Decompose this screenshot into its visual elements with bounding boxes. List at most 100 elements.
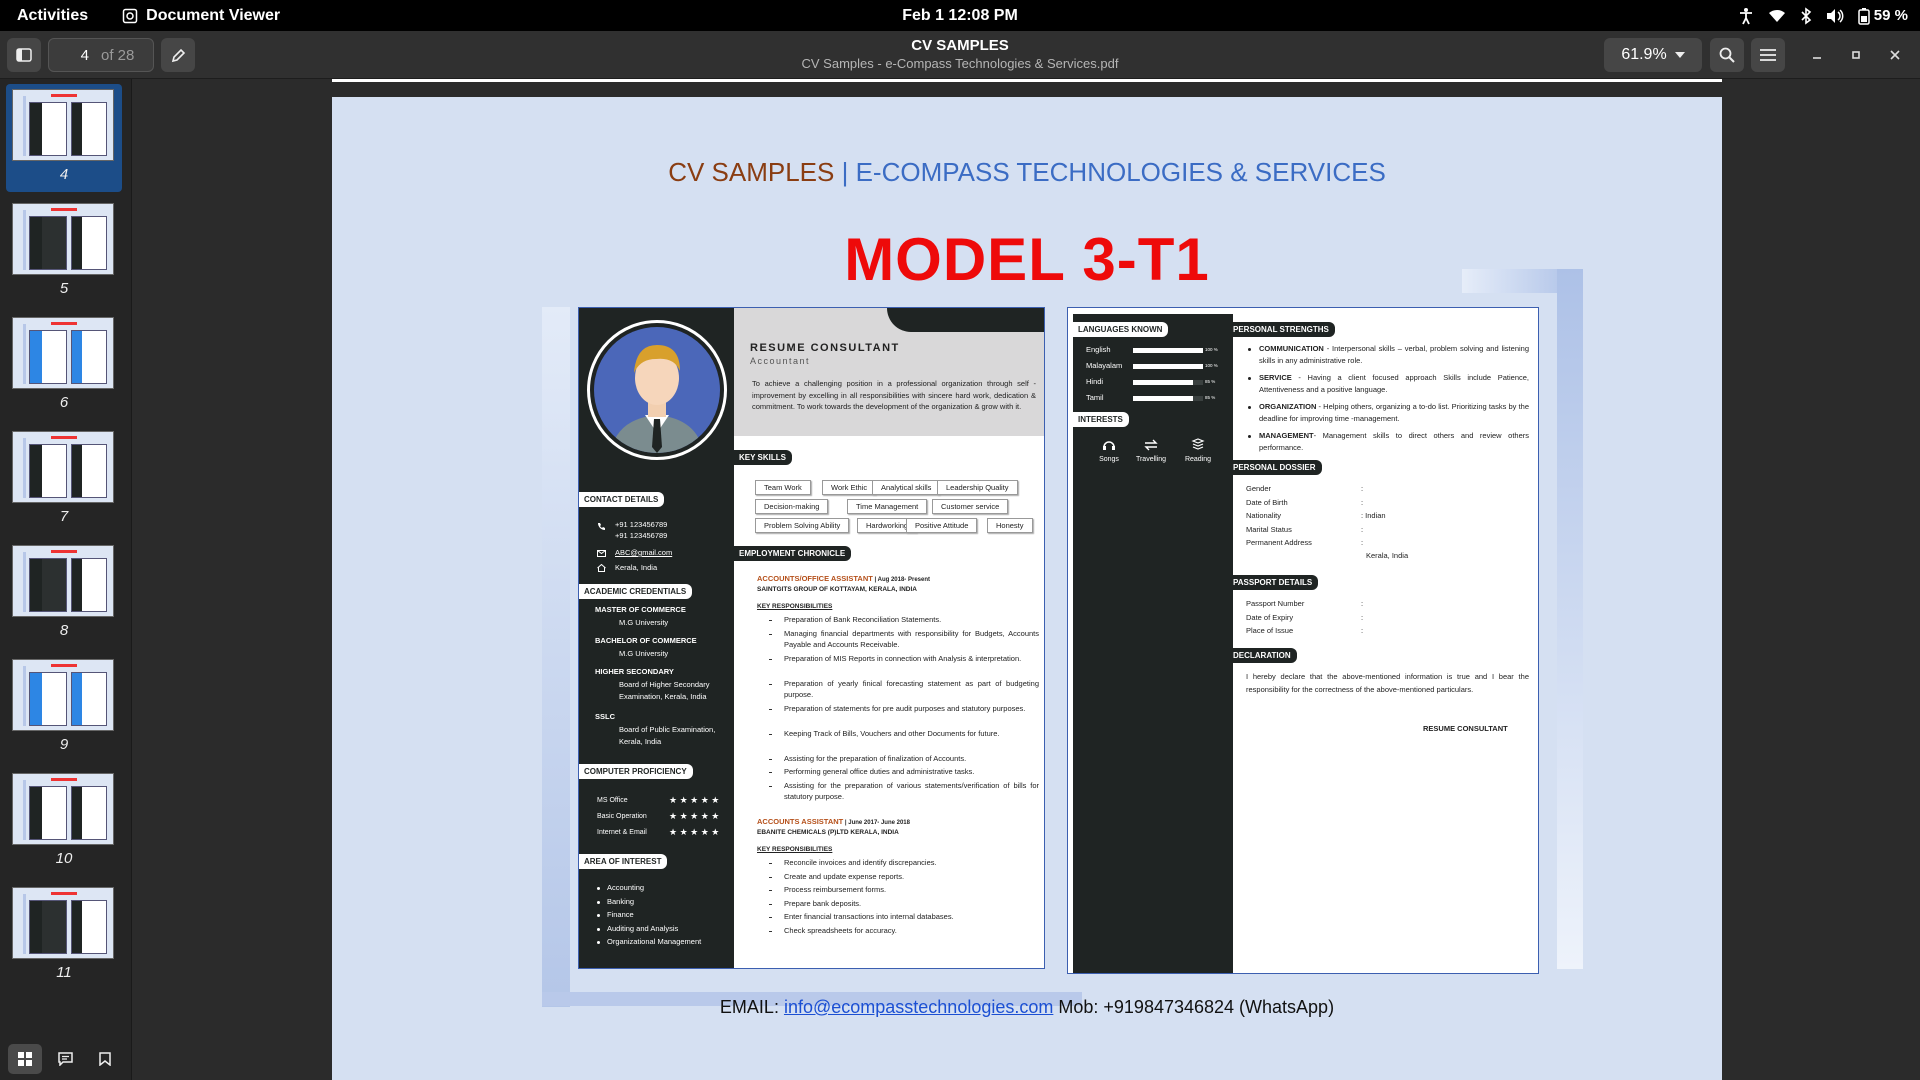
bullet-dash — [769, 917, 772, 918]
dossier-value: : — [1361, 484, 1364, 493]
responsibility-item: Preparation of yearly finical forecastin… — [784, 678, 1039, 700]
headphones-icon — [1103, 441, 1115, 450]
rating-stars: ★ ★ ★ ★ ★ — [669, 811, 720, 821]
hobby-label: Reading — [1184, 456, 1212, 463]
thumb-strip-b — [72, 673, 82, 725]
thumb-title — [51, 94, 77, 97]
maximize-button[interactable] — [1843, 42, 1869, 68]
dossier-label: Date of Birth — [1246, 497, 1288, 507]
sidebar-toggle-button[interactable] — [7, 38, 41, 72]
main-menu-button[interactable] — [1751, 38, 1785, 72]
bullet-dash — [769, 708, 772, 710]
thumbnail-preview — [12, 203, 114, 275]
minimize-button[interactable] — [1804, 42, 1830, 68]
language-name: Hindi — [1086, 377, 1104, 386]
thumbnail-page[interactable]: 8 — [6, 540, 122, 648]
contact-phone-2: +91 123456789 — [615, 531, 668, 540]
clock[interactable]: Feb 1 12:08 PM — [0, 7, 1920, 25]
job2-resp-heading: KEY RESPONSIBILITIES — [757, 846, 833, 853]
language-bar-track — [1133, 380, 1203, 385]
bullet-dot — [597, 927, 600, 931]
skill-chip: Problem Solving Ability — [755, 518, 850, 533]
thumbnail-page[interactable]: 5 — [6, 198, 122, 306]
cv-page-2: LANGUAGES KNOWN English 100 % Malayalam 100… — [1067, 307, 1539, 974]
interests-heading: INTERESTS — [1073, 412, 1129, 427]
dossier-label: Nationality — [1246, 511, 1282, 520]
thumbnail-page[interactable]: 10 — [6, 768, 122, 876]
annotate-button[interactable] — [161, 38, 195, 72]
bullet-dash — [769, 876, 772, 878]
bluetooth-icon[interactable] — [1800, 6, 1812, 25]
responsibility-item: Preparation of statements for pre audit … — [784, 703, 1026, 713]
contact-phone-1: +91 123456789 — [615, 520, 668, 529]
strengths-heading: PERSONAL STRENGTHS — [1228, 322, 1335, 337]
zoom-level: 61.9% — [1621, 46, 1667, 63]
page-number-input[interactable] — [49, 46, 95, 64]
system-tray[interactable]: 59 % — [1738, 0, 1908, 31]
languages-heading: LANGUAGES KNOWN — [1073, 322, 1169, 337]
job2-company: EBANITE CHEMICALS (P)LTD KERALA, INDIA — [757, 829, 899, 836]
dossier-value: : — [1361, 524, 1364, 534]
thumbnail-page[interactable]: 9 — [6, 654, 122, 762]
academic-heading: ACADEMIC CREDENTIALS — [579, 584, 693, 599]
heading-separator: | — [834, 157, 856, 187]
sidebar-icon — [16, 48, 32, 62]
thumbnail-page[interactable]: 11 — [6, 882, 122, 990]
search-button[interactable] — [1710, 38, 1744, 72]
heading-cv-samples: CV SAMPLES — [668, 157, 835, 187]
thumb-bar — [23, 324, 26, 384]
degree-board-line2: Examination, Kerala, India — [619, 692, 707, 701]
app-menu[interactable]: Document Viewer — [122, 7, 280, 25]
degree-board: Board of Public Examination, — [619, 725, 716, 734]
language-name: Tamil — [1086, 393, 1104, 402]
degree-board: Board of Higher Secondary — [619, 680, 710, 689]
thumbnail-page-number: 4 — [59, 166, 69, 183]
hobby-item: Reading — [1177, 438, 1219, 463]
dossier-address: Kerala, India — [1366, 551, 1409, 560]
annotations-mode-button[interactable] — [48, 1044, 82, 1074]
bullet-dot — [1248, 406, 1251, 409]
grid-icon — [18, 1052, 32, 1066]
bookmarks-mode-button[interactable] — [88, 1044, 122, 1074]
signature: RESUME CONSULTANT — [1423, 724, 1508, 733]
computer-skill-name: MS Office — [597, 797, 628, 804]
battery-indicator[interactable]: 59 % — [1858, 7, 1908, 25]
maximize-icon — [1852, 51, 1860, 59]
zoom-dropdown[interactable]: 61.9% — [1604, 38, 1702, 72]
declaration-heading: DECLARATION — [1228, 648, 1297, 663]
rating-stars: ★ ★ ★ ★ ★ — [669, 795, 720, 805]
footer-email-link[interactable]: info@ecompasstechnologies.com — [784, 997, 1053, 1017]
responsibility-item: Keeping Track of Bills, Vouchers and oth… — [784, 728, 1000, 738]
hobby-item: Songs — [1088, 438, 1130, 463]
contact-email: ABC@gmail.com — [615, 548, 673, 557]
document-view[interactable]: CV SAMPLES | E-COMPASS TECHNOLOGIES & SE… — [132, 79, 1920, 1080]
thumbnails-mode-button[interactable] — [8, 1044, 42, 1074]
responsibility-item: Preparation of MIS Reports in connection… — [784, 653, 1022, 663]
footer-email-label: EMAIL: — [719, 997, 784, 1017]
rating-stars: ★ ★ ★ ★ ★ — [669, 827, 720, 837]
thumbnail-page[interactable]: 4 — [6, 84, 122, 192]
decor-bar-left — [542, 307, 570, 1007]
thumb-title — [51, 208, 77, 211]
document-viewer-icon — [122, 8, 138, 23]
email-icon — [597, 550, 606, 557]
thumbnail-sidebar[interactable]: 4 5 6 7 8 9 10 11 — [0, 79, 132, 1080]
thumbnail-page[interactable]: 7 — [6, 426, 122, 534]
bullet-dot — [597, 900, 600, 904]
thumbnail-page[interactable]: 6 — [6, 312, 122, 420]
hobby-label: Songs — [1099, 456, 1119, 463]
thumb-bar — [23, 780, 26, 840]
close-button[interactable] — [1882, 42, 1908, 68]
strength-head: ORGANIZATION — [1259, 402, 1317, 411]
language-bar-track — [1133, 364, 1203, 369]
activities-button[interactable]: Activities — [17, 7, 88, 25]
employment-heading: EMPLOYMENT CHRONICLE — [734, 546, 852, 561]
accessibility-icon[interactable] — [1738, 7, 1754, 25]
wifi-icon[interactable] — [1768, 8, 1786, 24]
volume-icon[interactable] — [1826, 8, 1844, 24]
degree-name: SSLC — [595, 712, 616, 721]
thumb-strip-b — [72, 103, 82, 155]
strength-text: - Having a client focused approach Skill… — [1259, 373, 1529, 394]
responsibility-item: Process reimbursement forms. — [784, 885, 887, 894]
skill-chip: Analytical skills — [872, 480, 941, 495]
